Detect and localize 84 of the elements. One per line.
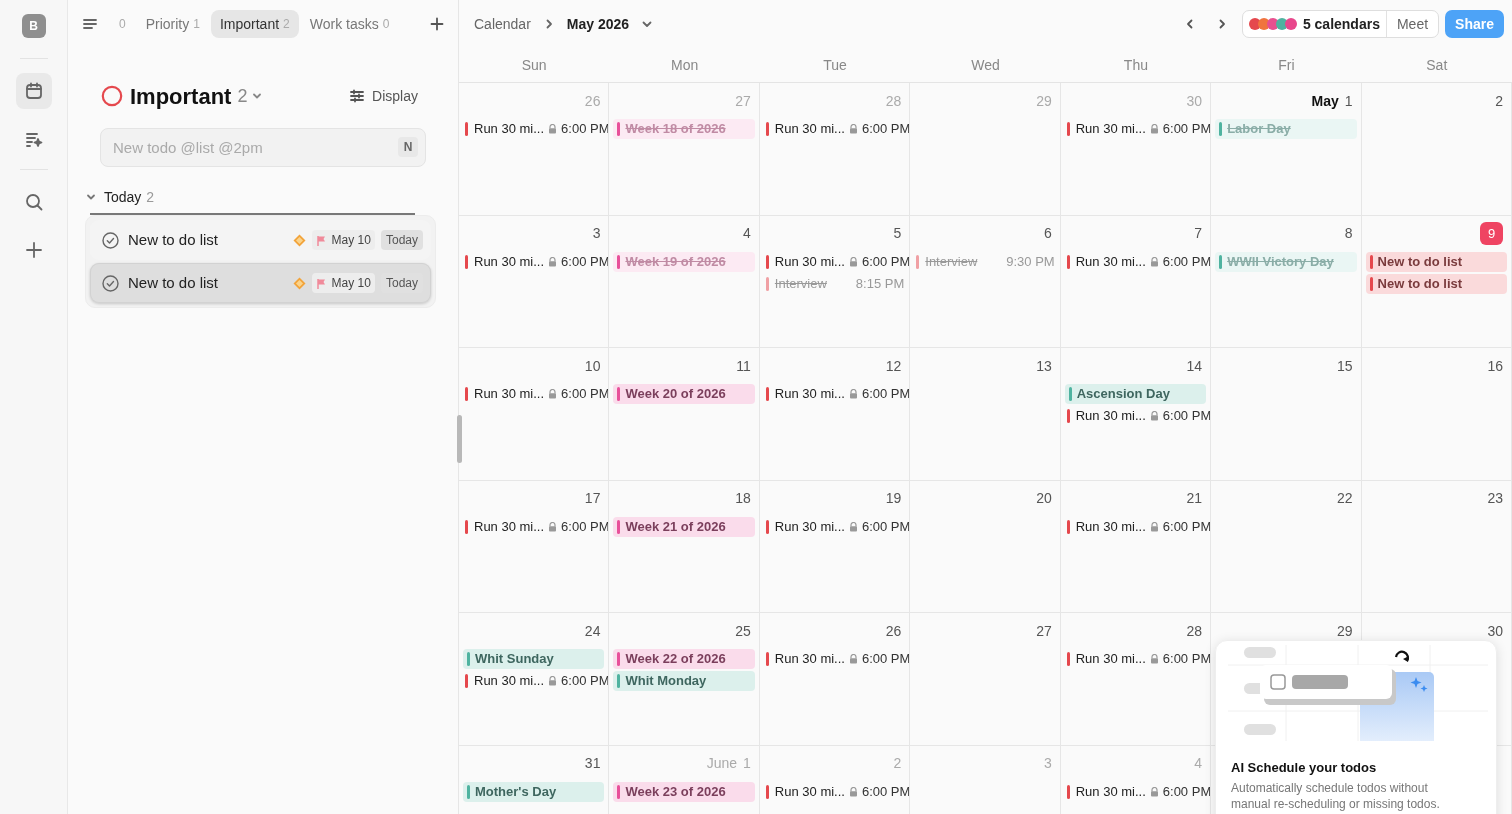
day-number[interactable]: 2	[1495, 90, 1503, 112]
diamond-icon	[292, 233, 306, 247]
list-count: 2	[237, 84, 248, 108]
circle-icon	[101, 85, 123, 107]
list-tab[interactable]: Priority 1	[136, 10, 209, 38]
list-tab[interactable]: Work tasks 0	[300, 10, 399, 38]
day-number[interactable]: 8	[1344, 223, 1353, 244]
day-number[interactable]: 15	[1337, 355, 1353, 377]
calendar-event[interactable]: New to do list	[1365, 273, 1507, 294]
meet-button[interactable]: Meet	[1386, 11, 1439, 37]
day-number[interactable]: 12	[885, 355, 902, 377]
todo-title: New to do list	[128, 272, 220, 293]
day-number[interactable]: 7	[1194, 223, 1203, 244]
sliders-icon	[350, 89, 365, 103]
weekday-label: Sun	[520, 55, 548, 75]
promo-text: Automatically schedule todos without manual re-scheduling or missing todos.	[1231, 779, 1441, 812]
promo-title: AI Schedule your todos	[1231, 759, 1378, 777]
plus-icon	[23, 240, 44, 260]
day-number[interactable]: 13	[1036, 355, 1052, 377]
day-number[interactable]: 6	[1043, 223, 1052, 244]
check-circle-icon[interactable]	[102, 231, 119, 249]
day-number[interactable]: 31	[584, 753, 601, 774]
shortcut-key: N	[398, 137, 418, 157]
calendar-event[interactable]: Whit Monday	[613, 671, 755, 691]
weekday-label: Wed	[970, 55, 1001, 75]
list-tab[interactable]: Important 2	[210, 10, 299, 38]
day-number[interactable]: 3	[592, 223, 601, 244]
calendar-event[interactable]: New to do list	[1365, 251, 1507, 272]
weekday-label: Tue	[822, 55, 848, 75]
day-number[interactable]: 16	[1487, 355, 1503, 377]
day-number[interactable]: 17	[584, 488, 601, 509]
calendar-event[interactable]: Week 20 of 2026	[613, 384, 755, 404]
weekday-label: Mon	[670, 55, 700, 75]
due-date-tag: May 10	[311, 273, 375, 293]
day-number[interactable]: 21	[1186, 488, 1203, 509]
section-title[interactable]: Today 2	[104, 186, 155, 208]
calendar-event[interactable]: Week 23 of 2026	[613, 781, 755, 802]
day-number[interactable]: 19	[885, 488, 902, 509]
day-number[interactable]: 24	[584, 620, 601, 642]
day-number[interactable]: 23	[1487, 488, 1503, 509]
day-number[interactable]: May 1	[1311, 90, 1353, 112]
weekday-label: Thu	[1122, 55, 1149, 75]
display-button[interactable]: Display	[350, 85, 418, 107]
calendar-button[interactable]	[15, 73, 52, 109]
calendar-icon	[23, 81, 44, 101]
breadcrumb-link[interactable]: Calendar	[474, 13, 531, 35]
todo-item[interactable]: New to do list May 10 Today	[90, 263, 431, 303]
calendar-event[interactable]: Whit Sunday	[463, 649, 605, 669]
chevron-down-icon[interactable]	[86, 192, 96, 202]
due-date-tag: May 10	[311, 230, 375, 250]
day-number[interactable]: 5	[893, 223, 902, 244]
flag-icon	[315, 277, 327, 289]
check-circle-icon[interactable]	[102, 274, 119, 292]
day-number[interactable]: 20	[1036, 488, 1052, 509]
day-number[interactable]: 27	[1036, 620, 1052, 642]
calendar-event[interactable]: Mother's Day	[463, 781, 605, 802]
day-number[interactable]: 30	[1487, 620, 1503, 642]
calendar-event[interactable]: Week 21 of 2026	[613, 516, 755, 537]
calendars-button[interactable]: 5 calendars	[1242, 11, 1387, 37]
day-number[interactable]: 29	[1337, 620, 1353, 642]
plus-icon[interactable]	[430, 17, 444, 31]
weekday-label: Fri	[1277, 55, 1296, 75]
day-number[interactable]: 4	[743, 223, 751, 244]
search-icon	[23, 192, 44, 212]
flag-icon	[315, 234, 327, 246]
today-tag: Today	[380, 230, 423, 250]
menu-icon[interactable]	[82, 16, 98, 32]
calendar-event[interactable]: Ascension Day	[1064, 384, 1207, 404]
today-date-badge[interactable]: 9	[1480, 222, 1503, 245]
day-number[interactable]: 14	[1186, 355, 1203, 377]
todo-title: New to do list	[128, 229, 220, 250]
weekday-label: Sat	[1425, 55, 1449, 75]
day-number[interactable]: 10	[584, 355, 601, 377]
day-number[interactable]: 28	[1186, 620, 1203, 642]
scrollbar-handle[interactable]	[457, 415, 462, 463]
diamond-icon	[292, 276, 306, 290]
calendar-event[interactable]: Week 22 of 2026	[613, 649, 755, 669]
day-number[interactable]: 25	[735, 620, 751, 642]
day-number[interactable]: 18	[735, 488, 751, 509]
day-number[interactable]: 26	[885, 620, 902, 642]
day-number[interactable]: 22	[1337, 488, 1353, 509]
month-title[interactable]: May 2026	[566, 13, 630, 35]
list-title: Important	[130, 82, 232, 111]
day-number[interactable]: 11	[736, 355, 751, 377]
